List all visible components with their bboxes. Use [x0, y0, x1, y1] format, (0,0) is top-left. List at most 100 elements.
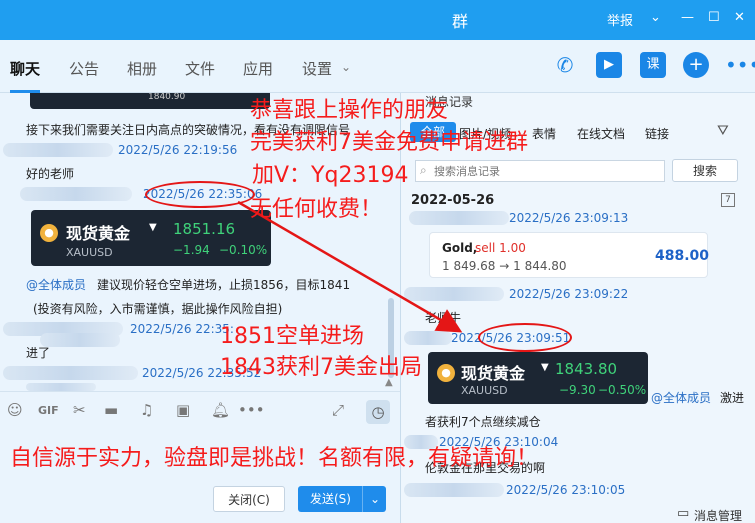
search-input[interactable]: [434, 162, 662, 180]
chat-message: (投资有风险，入市需谨慎，据此操作风险自担): [33, 302, 283, 316]
sender-name: [409, 211, 509, 225]
gif-icon[interactable]: GIF: [38, 404, 59, 417]
bell-icon[interactable]: 🔔︎: [211, 401, 230, 419]
more-tools-icon[interactable]: •••: [238, 401, 265, 419]
phone-icon[interactable]: ✆: [552, 52, 578, 78]
filter-settings-icon[interactable]: ⛛: [717, 123, 729, 139]
chat-message-redacted: [40, 333, 120, 347]
gold-coin-icon: ●: [437, 364, 455, 382]
quote-price: 1851.16: [173, 220, 236, 238]
expand-icon[interactable]: ⤢: [332, 401, 344, 419]
quote-change: −1.94: [173, 243, 210, 257]
search-button[interactable]: 搜索: [672, 159, 738, 182]
top-quote-card: 1840.90: [30, 93, 270, 109]
quote-name: 现货黄金: [66, 224, 131, 243]
date-header: 2022-05-26: [411, 193, 495, 208]
dropdown-icon: ▼: [541, 362, 549, 373]
timestamp: 2022/5/26 22:19:56: [118, 143, 238, 157]
filter-docs-tab[interactable]: 在线文档: [577, 125, 625, 142]
trade-quote-card[interactable]: Gold, sell 1.00 1 849.68 → 1 844.80 488.…: [429, 232, 709, 278]
promo-text: 无任何收费！: [250, 197, 383, 222]
chat-message: 激进: [720, 391, 745, 405]
music-icon[interactable]: ♫: [140, 401, 153, 419]
filter-emoji-tab[interactable]: 表情: [532, 125, 556, 142]
tab-chat[interactable]: 聊天: [10, 58, 41, 93]
search-box: ⌕: [415, 160, 665, 182]
trade-side: sell 1.00: [475, 241, 526, 255]
lesson-icon[interactable]: 课: [640, 52, 666, 78]
tab-bar: 聊天 公告 相册 文件 应用 设置 ⌄ ✆ ▶ 课 + •••: [0, 40, 755, 93]
promo-text: 自信源于实力，验盘即是挑战！名额有限，有疑请询！: [10, 446, 539, 471]
promo-text: 恭喜跟上操作的朋友: [250, 98, 449, 123]
send-button[interactable]: 发送(S) ⌄: [298, 486, 386, 512]
message-manage-icon[interactable]: ▭: [677, 506, 689, 521]
mention-all[interactable]: @全体成员: [651, 389, 711, 406]
video-call-icon[interactable]: ▶: [596, 52, 622, 78]
top-card-value: 1840.90: [148, 93, 186, 102]
tab-announcement[interactable]: 公告: [69, 58, 99, 79]
promo-text: 1843获利7美金出局: [220, 355, 422, 380]
sender-name: [404, 287, 504, 301]
chat-message: 好的老师: [26, 167, 75, 181]
image-icon[interactable]: ▣: [176, 401, 190, 419]
maximize-icon[interactable]: ☐: [708, 10, 720, 25]
highlight-ellipse: [478, 323, 572, 352]
sender-name: [3, 366, 138, 380]
input-toolbar: [0, 391, 400, 392]
search-icon: ⌕: [420, 163, 427, 177]
quote-change: −9.30: [559, 383, 596, 397]
window-title: 群: [452, 12, 469, 31]
trade-range: 1 849.68 → 1 844.80: [442, 259, 567, 273]
chat-message-redacted: [26, 383, 96, 391]
chat-message: 进了: [26, 346, 51, 360]
chat-message: 者获利7个点继续减仓: [425, 415, 541, 429]
title-bar: 群 举报 ⌄ — ☐ ✕: [0, 0, 755, 40]
timestamp: 2022/5/26 23:09:22: [509, 287, 629, 301]
quote-code: XAUUSD: [461, 384, 508, 397]
timestamp: 2022/5/26 23:09:13: [509, 211, 629, 225]
chat-message: 老师牛: [425, 311, 462, 325]
close-button[interactable]: 关闭(C): [213, 486, 285, 512]
gold-quote-card[interactable]: ● 现货黄金 ▼ XAUUSD 1851.16 −1.94 −0.10%: [31, 210, 271, 266]
sender-name: [404, 331, 452, 345]
dropdown-icon: ▼: [149, 222, 157, 233]
filter-links-tab[interactable]: 链接: [645, 125, 669, 142]
sender-name: [404, 483, 504, 497]
highlight-ellipse: [145, 181, 255, 208]
timestamp: 2022/5/26 23:10:05: [506, 483, 626, 497]
tab-apps[interactable]: 应用: [243, 58, 273, 79]
gold-coin-icon: ●: [40, 224, 58, 242]
chat-message: 建议现价轻仓空单进场，止损1856，目标1841: [97, 278, 351, 292]
tab-settings[interactable]: 设置: [302, 58, 332, 79]
chevron-down-icon[interactable]: ⌄: [341, 60, 351, 74]
quote-price: 1843.80: [555, 360, 618, 378]
promo-text: 加V：Yq23194: [252, 163, 409, 188]
quote-change-pct: −0.10%: [219, 243, 268, 257]
emoji-icon[interactable]: ☺: [7, 401, 23, 419]
history-clock-icon[interactable]: ◷: [366, 400, 390, 424]
trade-symbol: Gold,: [442, 241, 478, 255]
timestamp: 2022/5/26 22:35:: [130, 322, 234, 336]
quote-change-pct: −0.50%: [598, 383, 647, 397]
tab-files[interactable]: 文件: [185, 58, 215, 79]
gold-quote-card[interactable]: ● 现货黄金 ▼ XAUUSD 1843.80 −9.30 −0.50%: [428, 352, 648, 404]
close-icon[interactable]: ✕: [734, 10, 745, 25]
tab-album[interactable]: 相册: [127, 58, 157, 79]
more-icon[interactable]: •••: [725, 52, 755, 78]
promo-text: 1851空单进场: [220, 324, 364, 349]
add-icon[interactable]: +: [683, 52, 709, 78]
quote-code: XAUUSD: [66, 246, 113, 259]
send-options-chevron-icon[interactable]: ⌄: [362, 486, 380, 512]
folder-icon[interactable]: ▬: [104, 401, 118, 419]
chevron-down-icon[interactable]: ⌄: [650, 10, 661, 25]
report-button[interactable]: 举报: [607, 10, 633, 29]
mention-all[interactable]: @全体成员: [26, 276, 86, 293]
message-manage-link[interactable]: 消息管理: [694, 507, 742, 523]
screenshot-scissors-icon[interactable]: ✂: [73, 401, 86, 419]
calendar-icon[interactable]: 7: [721, 193, 735, 207]
minimize-icon[interactable]: —: [681, 10, 694, 25]
quote-name: 现货黄金: [461, 364, 526, 383]
send-label: 发送(S): [310, 492, 351, 506]
promo-text: 完美获利7美金免费申请进群: [250, 130, 528, 155]
sender-name: [20, 187, 132, 201]
